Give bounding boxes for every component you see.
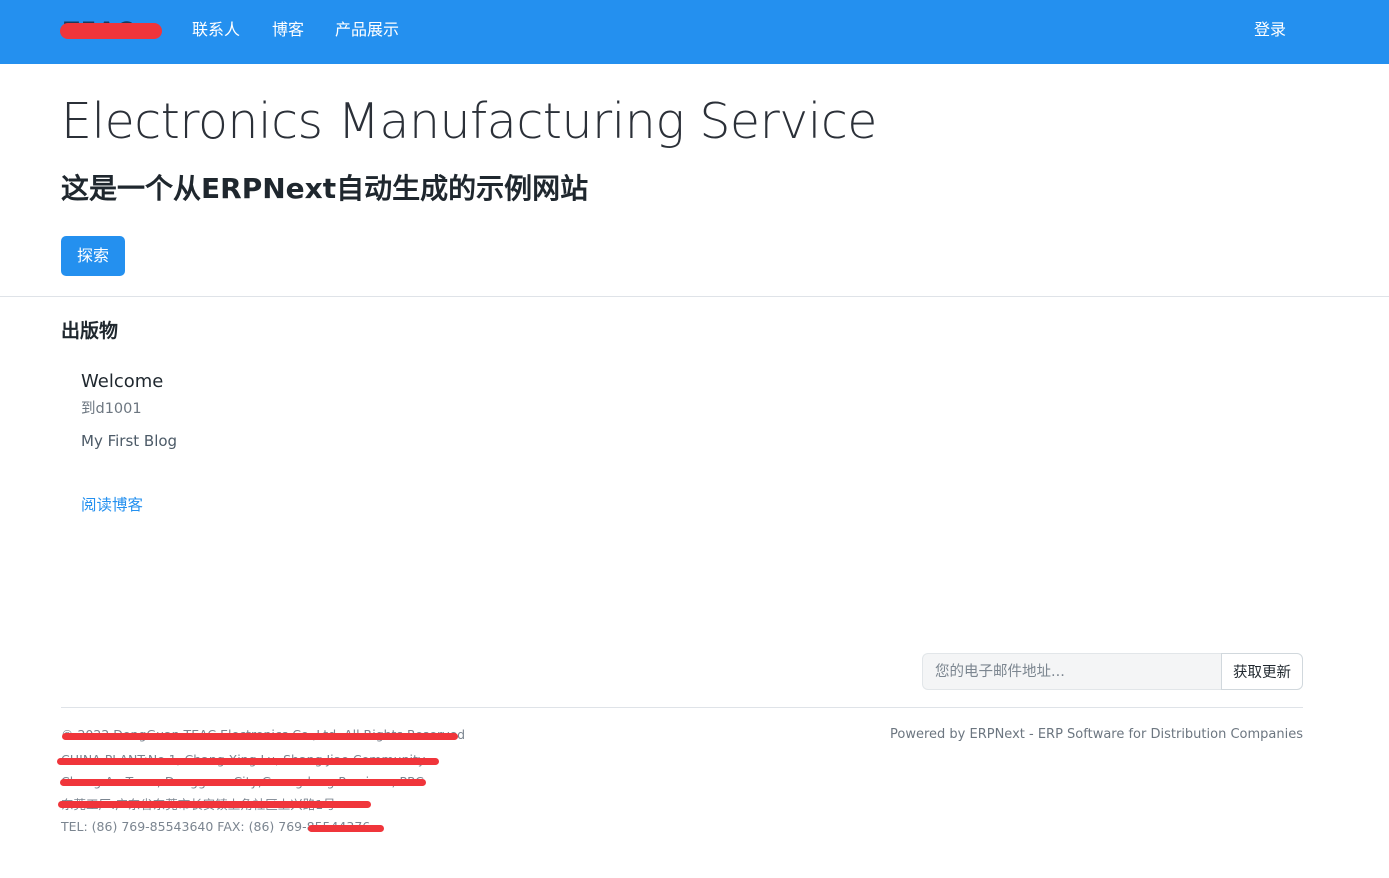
nav-link-products[interactable]: 产品展示 [335,19,399,41]
post-description: My First Blog [81,432,178,450]
nav-link-contact[interactable]: 联系人 [192,19,240,41]
login-link[interactable]: 登录 [1254,19,1286,41]
redaction-mark [57,758,439,765]
redaction-mark [62,733,458,740]
post-title[interactable]: Welcome [81,370,163,394]
redaction-mark [308,825,384,832]
hero-subtitle: 这是一个从ERPNext自动生成的示例网站 [61,172,589,205]
redaction-mark [58,801,371,808]
hero-title: Electronics Manufacturing Service [61,93,877,150]
section-divider [0,296,1389,297]
nav-link-blog[interactable]: 博客 [272,19,304,41]
explore-button[interactable]: 探索 [61,236,125,276]
powered-by-text[interactable]: Powered by ERPNext - ERP Software for Di… [890,727,1303,743]
email-input[interactable] [922,653,1221,690]
post-meta: 到d1001 [81,401,142,417]
redaction-mark [60,779,426,786]
subscribe-button[interactable]: 获取更新 [1221,653,1303,690]
navbar: TEAC 联系人 博客 产品展示 登录 [0,0,1389,64]
read-blog-link[interactable]: 阅读博客 [81,495,143,515]
redaction-mark [60,23,162,39]
footer-divider [61,707,1303,708]
brand-logo[interactable]: TEAC [60,17,162,45]
subscribe-form: 获取更新 [922,653,1303,690]
section-title-publications: 出版物 [61,320,119,342]
